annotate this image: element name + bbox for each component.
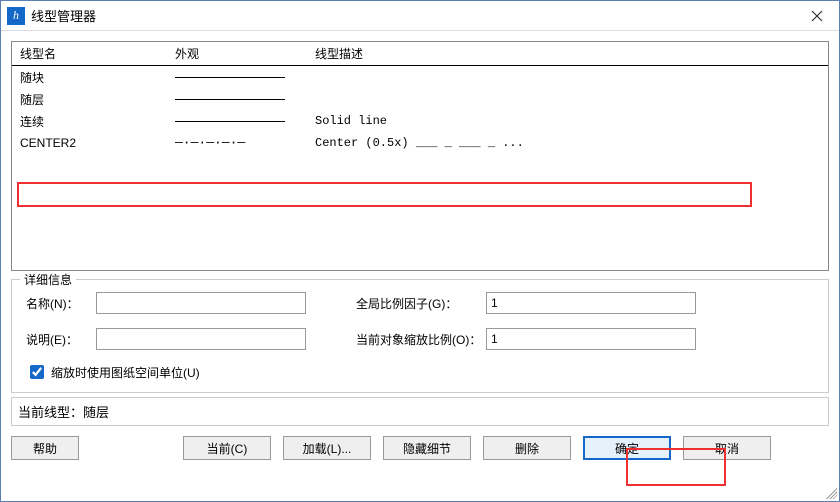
global-scale-input[interactable] [486,292,696,314]
header-name[interactable]: 线型名 [20,45,175,62]
list-row[interactable]: CENTER2 —·—·—·—·— Center (0.5x) ___ _ __… [12,132,828,154]
header-desc[interactable]: 线型描述 [315,45,820,62]
paperspace-label: 缩放时使用图纸空间单位(U) [51,364,200,381]
list-row[interactable]: 随块 [12,66,828,88]
hide-details-button[interactable]: 隐藏细节 [383,436,471,460]
delete-button[interactable]: 删除 [483,436,571,460]
solid-line-icon [175,114,285,128]
content-area: 线型名 外观 线型描述 随块 随层 连续 [1,31,839,501]
close-button[interactable] [795,1,839,30]
app-icon: h [7,7,25,25]
load-button[interactable]: 加载(L)... [283,436,371,460]
close-icon [811,10,823,22]
row-name: 随层 [20,91,175,108]
current-linetype-box: 当前线型：随层 [11,397,829,426]
row-appearance [175,92,315,106]
object-scale-input[interactable] [486,328,696,350]
desc-input[interactable] [96,328,306,350]
resize-grip[interactable] [823,485,837,499]
linetype-list[interactable]: 线型名 外观 线型描述 随块 随层 连续 [11,41,829,271]
header-appearance[interactable]: 外观 [175,45,315,62]
row-desc: Solid line [315,114,820,128]
button-row: 帮助 当前(C) 加载(L)... 隐藏细节 删除 确定 取消 [11,426,829,460]
paperspace-checkbox[interactable] [30,365,44,379]
list-header: 线型名 外观 线型描述 [12,42,828,66]
window-title: 线型管理器 [31,6,795,25]
current-linetype-value: 随层 [83,405,109,420]
details-form: 名称(N)： 全局比例因子(G)： 说明(E)： 当前对象缩放比例(O)： [26,292,814,350]
list-row[interactable]: 连续 Solid line [12,110,828,132]
desc-label: 说明(E)： [26,331,96,348]
center-line-icon: —·—·—·—·— [175,136,285,150]
list-row[interactable]: 随层 [12,88,828,110]
row-name: CENTER2 [20,136,175,150]
solid-line-icon [175,70,285,84]
row-appearance [175,114,315,128]
row-appearance: —·—·—·—·— [175,136,315,150]
global-scale-label: 全局比例因子(G)： [326,295,486,312]
name-input[interactable] [96,292,306,314]
paperspace-row: 缩放时使用图纸空间单位(U) [26,362,814,382]
titlebar: h 线型管理器 [1,1,839,31]
cancel-button[interactable]: 取消 [683,436,771,460]
object-scale-label: 当前对象缩放比例(O)： [326,331,486,348]
row-desc: Center (0.5x) ___ _ ___ _ ... [315,136,820,150]
current-linetype-label: 当前线型： [18,405,83,420]
ok-button[interactable]: 确定 [583,436,671,460]
row-name: 随块 [20,69,175,86]
details-legend: 详细信息 [20,271,76,288]
row-name: 连续 [20,113,175,130]
current-button[interactable]: 当前(C) [183,436,271,460]
help-button[interactable]: 帮助 [11,436,79,460]
solid-line-icon [175,92,285,106]
name-label: 名称(N)： [26,295,96,312]
row-appearance [175,70,315,84]
linetype-manager-window: h 线型管理器 线型名 外观 线型描述 随块 随层 [0,0,840,502]
details-group: 详细信息 名称(N)： 全局比例因子(G)： 说明(E)： 当前对象缩放比例(O… [11,279,829,393]
